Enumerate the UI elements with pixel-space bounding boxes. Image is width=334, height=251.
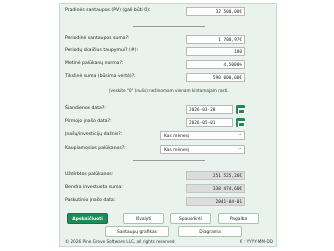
initial-savings-label: Pradinės santaupos (PV) (gali būti 0): <box>65 8 151 13</box>
total-invested-label: Bendra investuota suma: <box>65 185 123 190</box>
first-deposit-row: Pirmojo įnašo data?: 2026-05-01 <box>60 117 278 128</box>
help-button[interactable]: Pagalba <box>218 213 259 224</box>
compounding-select[interactable]: Kas mėnesį ⌄ <box>160 145 245 154</box>
periodic-savings-label: Periodinė santaupos suma?: <box>65 36 130 41</box>
num-periods-row: Periodų skaičius taupymui? (#): 180 <box>60 46 278 57</box>
num-periods-label: Periodų skaičius taupymui? (#): <box>65 48 139 53</box>
hint-text: Įveskite "0" (nulis) nežinomam vienam ki… <box>109 88 229 93</box>
print-button[interactable]: Spausdinti <box>170 213 211 224</box>
format-text: € : YYYY-MM-DD <box>239 239 273 244</box>
compounding-label: Kaupiamosios palūkanos?: <box>65 146 126 151</box>
deposit-frequency-value: Kas mėnesį <box>164 133 190 139</box>
calendar-icon[interactable] <box>236 118 245 127</box>
total-invested-row: Bendra investuota suma: 338 474,60€ <box>60 183 278 194</box>
num-periods-input[interactable]: 180 <box>186 47 245 56</box>
calculator-panel: Pradinės santaupos (PV) (gali būti 0): 3… <box>59 3 277 247</box>
initial-savings-row: Pradinės santaupos (PV) (gali būti 0): 3… <box>60 6 278 17</box>
calculate-button[interactable]: Apskaičiuoti <box>67 213 108 224</box>
interest-earned-label: Uždirbtos palūkanos: <box>65 172 114 177</box>
last-deposit-output: 2041-04-01 <box>186 197 245 206</box>
total-invested-output: 338 474,60€ <box>186 184 245 193</box>
future-value-label: Tikslinė suma (būsima vertė)?: <box>65 74 136 79</box>
periodic-savings-row: Periodinė santaupos suma?: 1 700,97€ <box>60 34 278 45</box>
deposit-frequency-row: Įnašų/investicijų dažnis?: Kas mėnesį ⌄ <box>60 130 278 141</box>
chart-button[interactable]: Diagrama <box>178 226 242 237</box>
today-date-row: Šiandienos data?: 2026-03-28 <box>60 104 278 115</box>
annual-rate-input[interactable]: 4,5000% <box>186 60 245 69</box>
deposit-frequency-label: Įnašų/investicijų dažnis?: <box>65 132 123 137</box>
future-value-input[interactable]: 590 000,00€ <box>186 73 245 82</box>
copyright-text: © 2026 Pine Grove Software LLC, all righ… <box>65 239 175 244</box>
schedule-button[interactable]: Santaupų grafikas <box>105 226 169 237</box>
last-deposit-row: Paskutinio įnašo data: 2041-04-01 <box>60 196 278 207</box>
compounding-row: Kaupiamosios palūkanos?: Kas mėnesį ⌄ <box>60 144 278 155</box>
annual-rate-row: Metinė palūkanų norma?: 4,5000% <box>60 59 278 70</box>
annual-rate-label: Metinė palūkanų norma?: <box>65 61 124 66</box>
first-deposit-label: Pirmojo įnašo data?: <box>65 119 112 124</box>
calendar-icon[interactable] <box>236 105 245 114</box>
initial-savings-input[interactable]: 32 500,00€ <box>186 7 245 16</box>
chevron-down-icon: ⌄ <box>238 146 242 151</box>
deposit-frequency-select[interactable]: Kas mėnesį ⌄ <box>160 131 245 140</box>
separator <box>133 160 205 161</box>
first-deposit-input[interactable]: 2026-05-01 <box>186 118 233 127</box>
footer: © 2026 Pine Grove Software LLC, all righ… <box>65 239 273 247</box>
future-value-row: Tikslinė suma (būsima vertė)?: 590 000,0… <box>60 72 278 83</box>
today-date-input[interactable]: 2026-03-28 <box>186 105 233 114</box>
last-deposit-label: Paskutinio įnašo data: <box>65 198 116 203</box>
separator <box>133 26 205 27</box>
interest-earned-row: Uždirbtos palūkanos: 251 525,26€ <box>60 170 278 181</box>
today-date-label: Šiandienos data?: <box>65 106 106 111</box>
clear-button[interactable]: Išvalyti <box>123 213 164 224</box>
periodic-savings-input[interactable]: 1 700,97€ <box>186 35 245 44</box>
chevron-down-icon: ⌄ <box>238 132 242 137</box>
interest-earned-output: 251 525,26€ <box>186 171 245 180</box>
compounding-value: Kas mėnesį <box>164 147 190 153</box>
